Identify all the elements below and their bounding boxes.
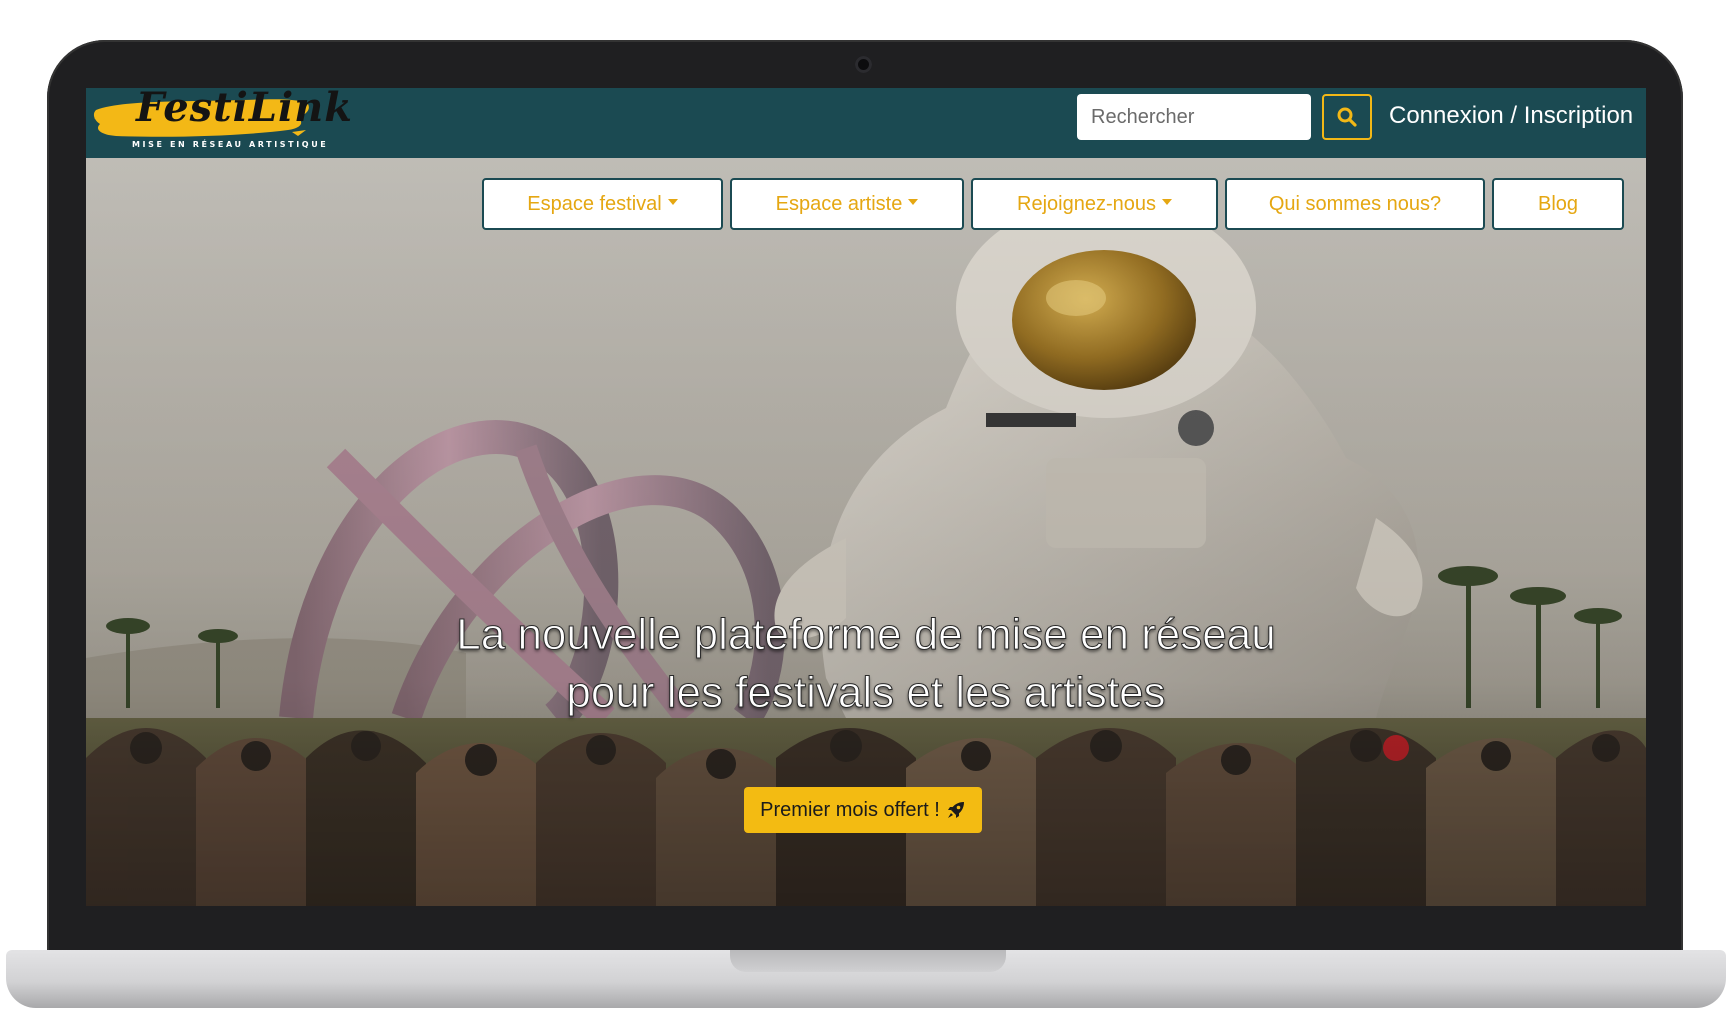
caret-down-icon [908,199,919,205]
rocket-icon [946,800,966,820]
menu-item-label: Blog [1537,192,1579,215]
hero-title-line-1: La nouvelle plateforme de mise en réseau [456,610,1276,660]
top-navbar: FestiLink MISE EN RÉSEAU ARTISTIQUE Conn… [86,88,1646,158]
caret-down-icon [1161,199,1172,205]
search-button[interactable] [1322,94,1372,140]
cta-label: Premier mois offert ! [760,798,940,821]
main-menu: Espace festival Espace artiste Rejoignez… [482,178,1624,230]
laptop-opening-notch [730,950,1006,972]
hero-title-line-2: pour les festivals et les artistes [566,668,1166,718]
menu-qui-sommes-nous[interactable]: Qui sommes nous? [1225,178,1485,230]
menu-item-label: Espace artiste [775,192,903,215]
logo-wordmark: FestiLink [136,88,353,131]
menu-espace-festival[interactable]: Espace festival [482,178,723,230]
caret-down-icon [667,199,678,205]
menu-item-label: Espace festival [527,192,662,215]
laptop-mockup: FestiLink MISE EN RÉSEAU ARTISTIQUE Conn… [0,0,1735,1026]
free-month-cta-button[interactable]: Premier mois offert ! [744,787,982,833]
menu-rejoignez-nous[interactable]: Rejoignez-nous [971,178,1218,230]
logo-tagline: MISE EN RÉSEAU ARTISTIQUE [132,140,329,149]
menu-item-label: Qui sommes nous? [1268,192,1442,215]
login-signup-link[interactable]: Connexion / Inscription [1389,102,1633,130]
browser-screen: FestiLink MISE EN RÉSEAU ARTISTIQUE Conn… [86,88,1646,906]
menu-blog[interactable]: Blog [1492,178,1624,230]
hero-section: Espace festival Espace artiste Rejoignez… [86,158,1646,906]
menu-item-label: Rejoignez-nous [1017,192,1156,215]
search-icon [1337,107,1357,127]
webcam-icon [855,56,872,73]
hero-title: La nouvelle plateforme de mise en réseau… [86,606,1646,722]
search-input[interactable] [1077,94,1311,140]
festilink-logo[interactable]: FestiLink MISE EN RÉSEAU ARTISTIQUE [92,88,352,152]
menu-espace-artiste[interactable]: Espace artiste [730,178,964,230]
